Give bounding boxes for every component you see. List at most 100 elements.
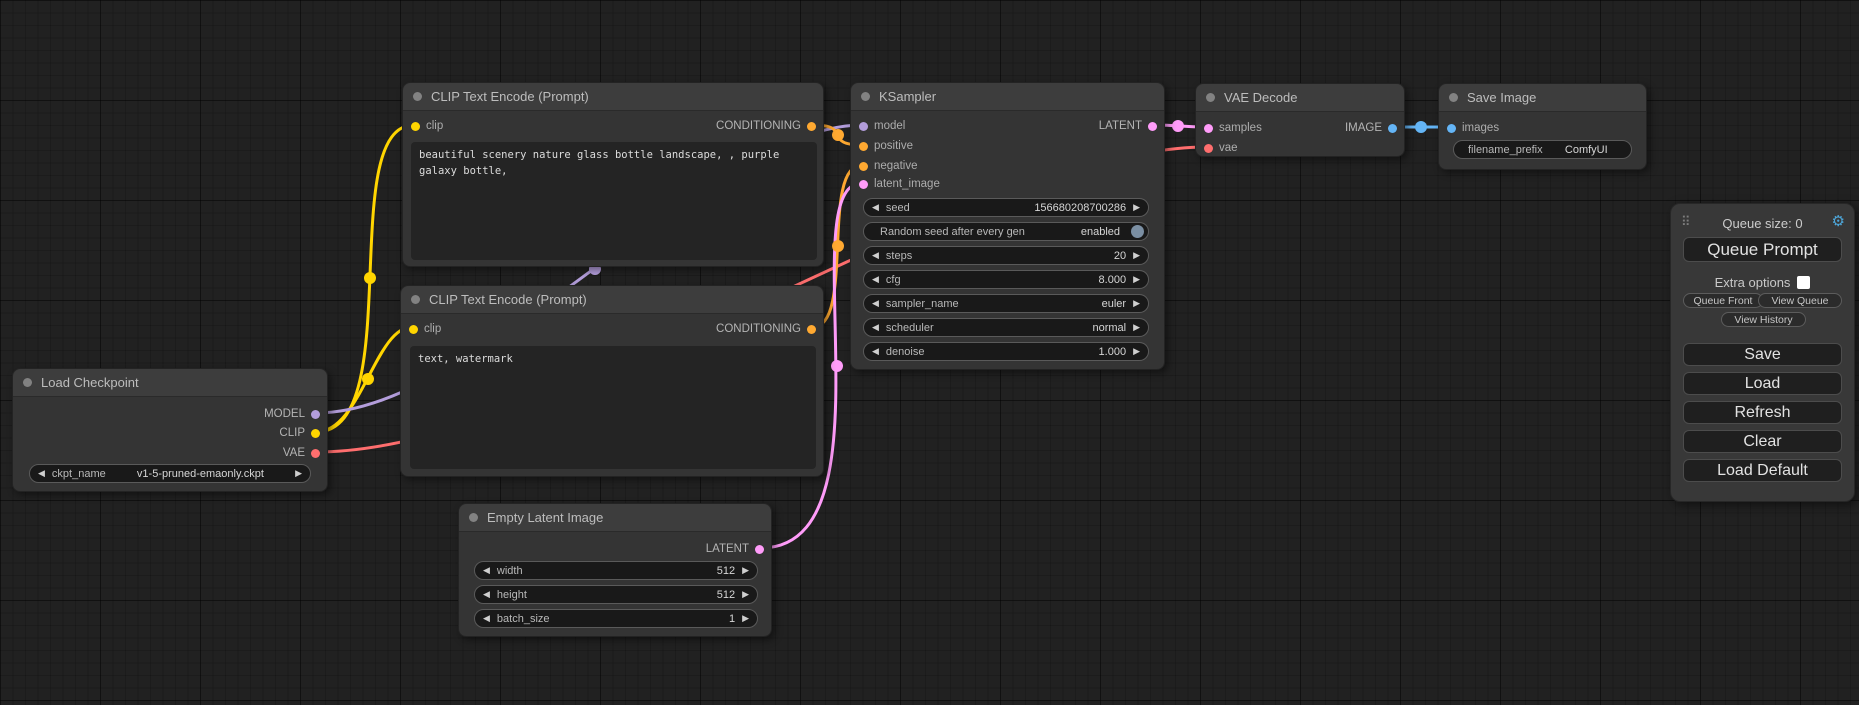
load-default-button[interactable]: Load Default <box>1683 459 1842 482</box>
gear-icon[interactable]: ⚙ <box>1832 214 1845 229</box>
drag-handle-icon[interactable]: ⠿ <box>1681 215 1691 228</box>
node-load-checkpoint[interactable]: Load Checkpoint MODEL CLIP VAE ◀ ckpt_na… <box>12 368 328 492</box>
node-title-bar[interactable]: CLIP Text Encode (Prompt) <box>403 83 823 111</box>
output-latent[interactable]: LATENT <box>1099 117 1157 135</box>
input-model[interactable]: model <box>859 117 905 135</box>
node-title-bar[interactable]: Save Image <box>1439 84 1646 112</box>
conditioning-port-icon[interactable] <box>807 325 816 334</box>
batch-size-widget[interactable]: ◀ batch_size 1 ▶ <box>474 609 758 628</box>
image-port-icon[interactable] <box>1388 124 1397 133</box>
collapse-dot-icon[interactable] <box>469 513 478 522</box>
random-seed-toggle-widget[interactable]: Random seed after every gen enabled <box>863 222 1149 241</box>
decrement-arrow-icon[interactable]: ◀ <box>872 347 879 356</box>
load-button[interactable]: Load <box>1683 372 1842 395</box>
decrement-arrow-icon[interactable]: ◀ <box>483 590 490 599</box>
latent-port-icon[interactable] <box>1204 124 1213 133</box>
queue-front-button[interactable]: Queue Front <box>1683 293 1763 308</box>
node-save-image[interactable]: Save Image images filename_prefix ComfyU… <box>1438 83 1647 170</box>
input-clip[interactable]: clip <box>409 320 441 338</box>
model-port-icon[interactable] <box>311 410 320 419</box>
increment-arrow-icon[interactable]: ▶ <box>295 469 302 478</box>
steps-widget[interactable]: ◀ steps 20 ▶ <box>863 246 1149 265</box>
height-widget[interactable]: ◀ height 512 ▶ <box>474 585 758 604</box>
decrement-arrow-icon[interactable]: ◀ <box>872 323 879 332</box>
decrement-arrow-icon[interactable]: ◀ <box>483 614 490 623</box>
latent-port-icon[interactable] <box>755 545 764 554</box>
vae-port-icon[interactable] <box>1204 144 1213 153</box>
decrement-arrow-icon[interactable]: ◀ <box>483 566 490 575</box>
input-positive[interactable]: positive <box>859 137 913 155</box>
output-clip[interactable]: CLIP <box>279 424 320 442</box>
refresh-button[interactable]: Refresh <box>1683 401 1842 424</box>
latent-port-icon[interactable] <box>859 180 868 189</box>
decrement-arrow-icon[interactable]: ◀ <box>38 469 45 478</box>
collapse-dot-icon[interactable] <box>861 92 870 101</box>
node-title-bar[interactable]: Load Checkpoint <box>13 369 327 397</box>
conditioning-port-icon[interactable] <box>859 162 868 171</box>
vae-port-icon[interactable] <box>311 449 320 458</box>
collapse-dot-icon[interactable] <box>23 378 32 387</box>
node-title-bar[interactable]: VAE Decode <box>1196 84 1404 112</box>
node-graph-canvas[interactable]: Load Checkpoint MODEL CLIP VAE ◀ ckpt_na… <box>0 0 1859 705</box>
queue-prompt-button[interactable]: Queue Prompt <box>1683 237 1842 262</box>
decrement-arrow-icon[interactable]: ◀ <box>872 275 879 284</box>
node-title-bar[interactable]: Empty Latent Image <box>459 504 771 532</box>
view-history-button[interactable]: View History <box>1721 312 1806 327</box>
node-ksampler[interactable]: KSampler model positive negative latent_… <box>850 82 1165 370</box>
node-empty-latent-image[interactable]: Empty Latent Image LATENT ◀ width 512 ▶ … <box>458 503 772 637</box>
output-latent[interactable]: LATENT <box>706 540 764 558</box>
output-model[interactable]: MODEL <box>264 405 320 423</box>
width-widget[interactable]: ◀ width 512 ▶ <box>474 561 758 580</box>
prompt-textarea[interactable]: text, watermark <box>410 346 816 469</box>
clip-port-icon[interactable] <box>411 122 420 131</box>
collapse-dot-icon[interactable] <box>413 92 422 101</box>
increment-arrow-icon[interactable]: ▶ <box>1133 347 1140 356</box>
conditioning-port-icon[interactable] <box>807 122 816 131</box>
prompt-textarea[interactable]: beautiful scenery nature glass bottle la… <box>411 142 817 260</box>
output-image[interactable]: IMAGE <box>1345 119 1397 137</box>
increment-arrow-icon[interactable]: ▶ <box>1133 323 1140 332</box>
view-queue-button[interactable]: View Queue <box>1758 293 1842 308</box>
increment-arrow-icon[interactable]: ▶ <box>1133 299 1140 308</box>
node-clip-text-encode-negative[interactable]: CLIP Text Encode (Prompt) clip CONDITION… <box>400 285 824 477</box>
extra-options-checkbox[interactable] <box>1797 276 1810 289</box>
output-vae[interactable]: VAE <box>283 444 320 462</box>
save-button[interactable]: Save <box>1683 343 1842 366</box>
sampler-name-widget[interactable]: ◀ sampler_name euler ▶ <box>863 294 1149 313</box>
collapse-dot-icon[interactable] <box>1449 93 1458 102</box>
filename-prefix-widget[interactable]: filename_prefix ComfyUI <box>1453 140 1632 159</box>
input-latent-image[interactable]: latent_image <box>859 175 940 193</box>
clip-port-icon[interactable] <box>311 429 320 438</box>
latent-port-icon[interactable] <box>1148 122 1157 131</box>
clear-button[interactable]: Clear <box>1683 430 1842 453</box>
increment-arrow-icon[interactable]: ▶ <box>742 590 749 599</box>
node-title-bar[interactable]: KSampler <box>851 83 1164 111</box>
input-clip[interactable]: clip <box>411 117 443 135</box>
clip-port-icon[interactable] <box>409 325 418 334</box>
node-clip-text-encode-positive[interactable]: CLIP Text Encode (Prompt) clip CONDITION… <box>402 82 824 267</box>
collapse-dot-icon[interactable] <box>411 295 420 304</box>
decrement-arrow-icon[interactable]: ◀ <box>872 203 879 212</box>
node-title-bar[interactable]: CLIP Text Encode (Prompt) <box>401 286 823 314</box>
model-port-icon[interactable] <box>859 122 868 131</box>
cfg-widget[interactable]: ◀ cfg 8.000 ▶ <box>863 270 1149 289</box>
output-conditioning[interactable]: CONDITIONING <box>716 320 816 338</box>
image-port-icon[interactable] <box>1447 124 1456 133</box>
increment-arrow-icon[interactable]: ▶ <box>1133 275 1140 284</box>
increment-arrow-icon[interactable]: ▶ <box>1133 203 1140 212</box>
input-images[interactable]: images <box>1447 119 1499 137</box>
increment-arrow-icon[interactable]: ▶ <box>742 566 749 575</box>
conditioning-port-icon[interactable] <box>859 142 868 151</box>
input-negative[interactable]: negative <box>859 157 917 175</box>
node-vae-decode[interactable]: VAE Decode samples vae IMAGE <box>1195 83 1405 157</box>
denoise-widget[interactable]: ◀ denoise 1.000 ▶ <box>863 342 1149 361</box>
decrement-arrow-icon[interactable]: ◀ <box>872 251 879 260</box>
seed-widget[interactable]: ◀ seed 156680208700286 ▶ <box>863 198 1149 217</box>
collapse-dot-icon[interactable] <box>1206 93 1215 102</box>
ckpt-name-widget[interactable]: ◀ ckpt_name v1-5-pruned-emaonly.ckpt ▶ <box>29 464 311 483</box>
input-vae[interactable]: vae <box>1204 139 1238 157</box>
toggle-dot-icon[interactable] <box>1131 225 1144 238</box>
output-conditioning[interactable]: CONDITIONING <box>716 117 816 135</box>
scheduler-widget[interactable]: ◀ scheduler normal ▶ <box>863 318 1149 337</box>
decrement-arrow-icon[interactable]: ◀ <box>872 299 879 308</box>
